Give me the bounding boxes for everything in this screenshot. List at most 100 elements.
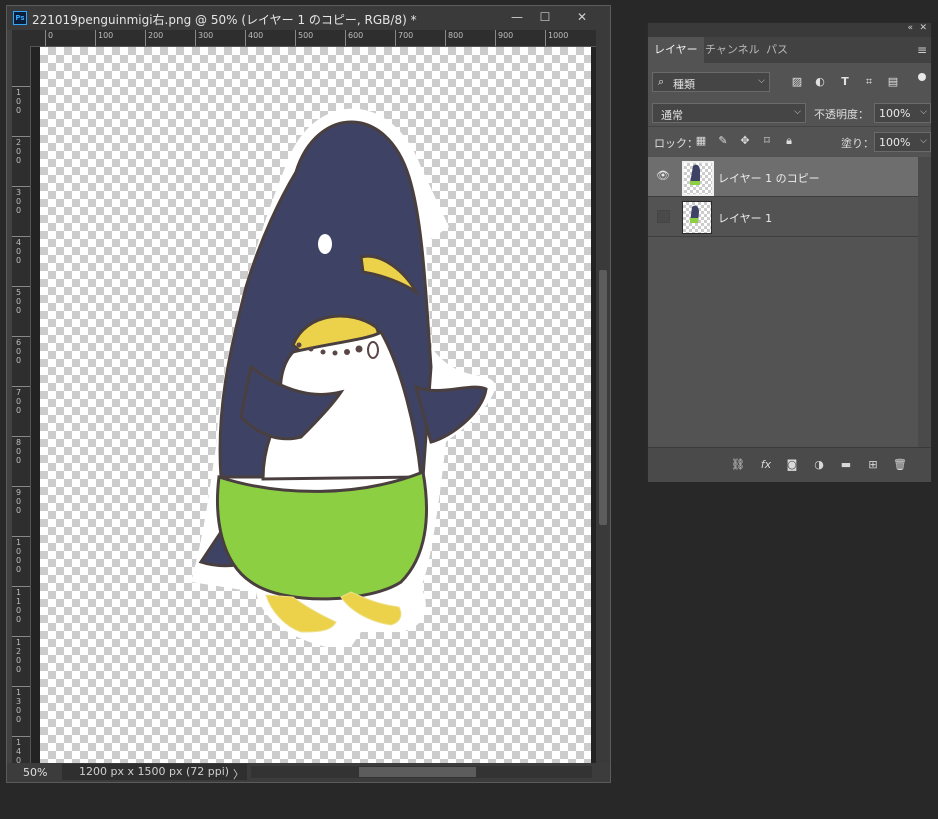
fx-icon[interactable]: fx	[758, 458, 774, 472]
penguin-thumbnail-icon	[690, 164, 700, 185]
lock-row: ロック： ▦ ✎ ✥ ⌑ 🔒︎ 塗り： 100% ⌵	[648, 126, 931, 157]
adjustment-filter-icon[interactable]: ◐	[813, 75, 827, 89]
ruler-tick-label: 800	[12, 436, 30, 487]
tab-channels[interactable]: チャンネル	[699, 37, 766, 63]
add-mask-icon[interactable]: ◙	[784, 458, 800, 472]
penguin-thumbnail-icon	[690, 205, 699, 223]
shape-filter-icon[interactable]: ⌗	[862, 75, 876, 89]
ruler-tick-label: 500	[295, 30, 313, 46]
opacity-label: 不透明度：	[814, 108, 869, 121]
document-titlebar[interactable]: Ps 221019penguinmigi右.png @ 50% (レイヤー 1 …	[7, 6, 610, 30]
document-info[interactable]: 1200 px x 1500 px (72 ppi)	[62, 764, 247, 780]
ruler-tick-label: 400	[12, 236, 30, 287]
zoom-level[interactable]: 50%	[23, 766, 47, 779]
vertical-ruler[interactable]: 100 200 300 400 500 600 700 800 900 1000 1100 1200 1…	[12, 46, 31, 763]
ruler-tick-label: 900	[495, 30, 513, 46]
blend-row: 通常 ⌵ 不透明度： 100% ⌵	[648, 95, 931, 123]
ruler-tick-label: 1400	[12, 736, 30, 763]
ruler-tick-label: 1000	[12, 536, 30, 587]
close-panel-icon[interactable]: ✕	[919, 23, 927, 33]
blend-mode-label: 通常	[661, 109, 683, 122]
minimize-button[interactable]: —	[504, 8, 530, 26]
ruler-tick-label: 900	[12, 486, 30, 537]
layer-row[interactable]: 👁︎ レイヤー 1 のコピー	[648, 157, 918, 197]
collapse-icon[interactable]: «	[907, 23, 913, 33]
document-title: 221019penguinmigi右.png @ 50% (レイヤー 1 のコピ…	[32, 13, 417, 27]
ruler-tick-label: 100	[95, 30, 113, 46]
adjustment-layer-icon[interactable]: ◑	[811, 458, 827, 472]
ruler-tick-label: 500	[12, 286, 30, 337]
layers-scrollbar[interactable]	[918, 157, 931, 447]
canvas-area[interactable]	[31, 47, 597, 763]
tab-paths[interactable]: パス	[760, 37, 794, 63]
layer-name[interactable]: レイヤー 1	[718, 210, 772, 226]
ruler-tick-label: 100	[12, 86, 30, 137]
chevron-down-icon: ⌵	[794, 107, 801, 117]
lock-transparency-icon[interactable]: ▦	[694, 134, 708, 148]
vertical-scroll-thumb[interactable]	[599, 270, 607, 525]
document-window: Ps 221019penguinmigi右.png @ 50% (レイヤー 1 …	[6, 5, 611, 783]
layer-row[interactable]: レイヤー 1	[648, 197, 918, 237]
chevron-down-icon[interactable]: ⌵	[920, 107, 927, 117]
ruler-tick-label: 600	[345, 30, 363, 46]
trash-icon[interactable]: 🗑︎	[892, 458, 908, 472]
photoshop-icon: Ps	[13, 11, 27, 25]
ruler-tick-label: 800	[445, 30, 463, 46]
lock-brush-icon[interactable]: ✎	[716, 134, 730, 148]
fill-field[interactable]: 100% ⌵	[874, 132, 931, 152]
status-menu-arrow[interactable]: 〉	[233, 766, 244, 782]
ruler-tick-label: 400	[245, 30, 263, 46]
layers-footer: ⛓︎ fx ◙ ◑ ▬ ⊞ 🗑︎	[648, 447, 931, 482]
lock-position-icon[interactable]: ✥	[738, 134, 752, 148]
maximize-button[interactable]: ☐	[532, 8, 558, 26]
ruler-tick-label: 1100	[12, 586, 30, 637]
close-button[interactable]: ✕	[569, 8, 595, 26]
status-bar: 50% 1200 px x 1500 px (72 ppi) 〉	[7, 763, 610, 782]
ruler-tick-label: 200	[12, 136, 30, 187]
opacity-field[interactable]: 100% ⌵	[874, 103, 931, 123]
link-layers-icon[interactable]: ⛓︎	[730, 458, 746, 472]
lock-all-icon[interactable]: 🔒︎	[782, 134, 796, 148]
horizontal-scroll-thumb[interactable]	[359, 767, 476, 777]
filter-toggle-icon[interactable]	[918, 73, 926, 81]
filter-row: ⌕ 種類 ⌵ ▨ ◐ T ⌗ ▤	[648, 63, 931, 95]
fill-value: 100%	[879, 136, 911, 149]
fill-label: 塗り：	[841, 137, 874, 150]
pixel-filter-icon[interactable]: ▨	[790, 75, 804, 89]
panel-header: « ✕	[648, 23, 931, 37]
ruler-tick-label: 200	[145, 30, 163, 46]
group-folder-icon[interactable]: ▬	[838, 458, 854, 472]
chevron-down-icon: ⌵	[758, 76, 765, 86]
filter-type-label: 種類	[673, 78, 695, 91]
penguin-artwork	[191, 108, 496, 647]
visibility-toggle-empty[interactable]	[657, 210, 670, 223]
new-layer-icon[interactable]: ⊞	[865, 458, 881, 472]
ruler-tick-label: 1200	[12, 636, 30, 687]
search-icon: ⌕	[658, 75, 665, 88]
ruler-tick-label: 300	[12, 186, 30, 237]
blend-mode-select[interactable]: 通常 ⌵	[652, 103, 806, 123]
ruler-tick-label: 700	[12, 386, 30, 437]
ruler-tick-label: 1000	[545, 30, 568, 46]
smart-object-filter-icon[interactable]: ▤	[886, 75, 900, 89]
ruler-tick-label: 600	[12, 336, 30, 387]
eye-icon[interactable]: 👁︎	[656, 169, 670, 183]
panel-menu-icon[interactable]: ≡	[917, 43, 927, 57]
layer-thumbnail[interactable]	[682, 161, 714, 196]
filter-type-select[interactable]: ⌕ 種類 ⌵	[652, 72, 770, 92]
ruler-tick-label: 0	[45, 30, 53, 46]
lock-artboard-icon[interactable]: ⌑	[760, 134, 774, 148]
type-filter-icon[interactable]: T	[838, 75, 852, 89]
horizontal-scrollbar[interactable]	[251, 766, 592, 778]
horizontal-ruler[interactable]: 0 100 200 300 400 500 600 700 800 900 1000	[12, 30, 597, 47]
layer-name[interactable]: レイヤー 1 のコピー	[718, 170, 820, 186]
vertical-scrollbar[interactable]	[596, 30, 610, 763]
tab-layers[interactable]: レイヤー	[648, 37, 704, 63]
layers-panel: « ✕ レイヤー チャンネル パス ≡ ⌕ 種類 ⌵ ▨ ◐ T ⌗ ▤ 通常 …	[647, 22, 932, 482]
opacity-value: 100%	[879, 107, 911, 120]
layer-thumbnail[interactable]	[682, 201, 712, 234]
lock-label: ロック：	[654, 137, 698, 150]
chevron-down-icon[interactable]: ⌵	[920, 136, 927, 146]
ruler-tick-label: 300	[195, 30, 213, 46]
ruler-tick-label: 700	[395, 30, 413, 46]
